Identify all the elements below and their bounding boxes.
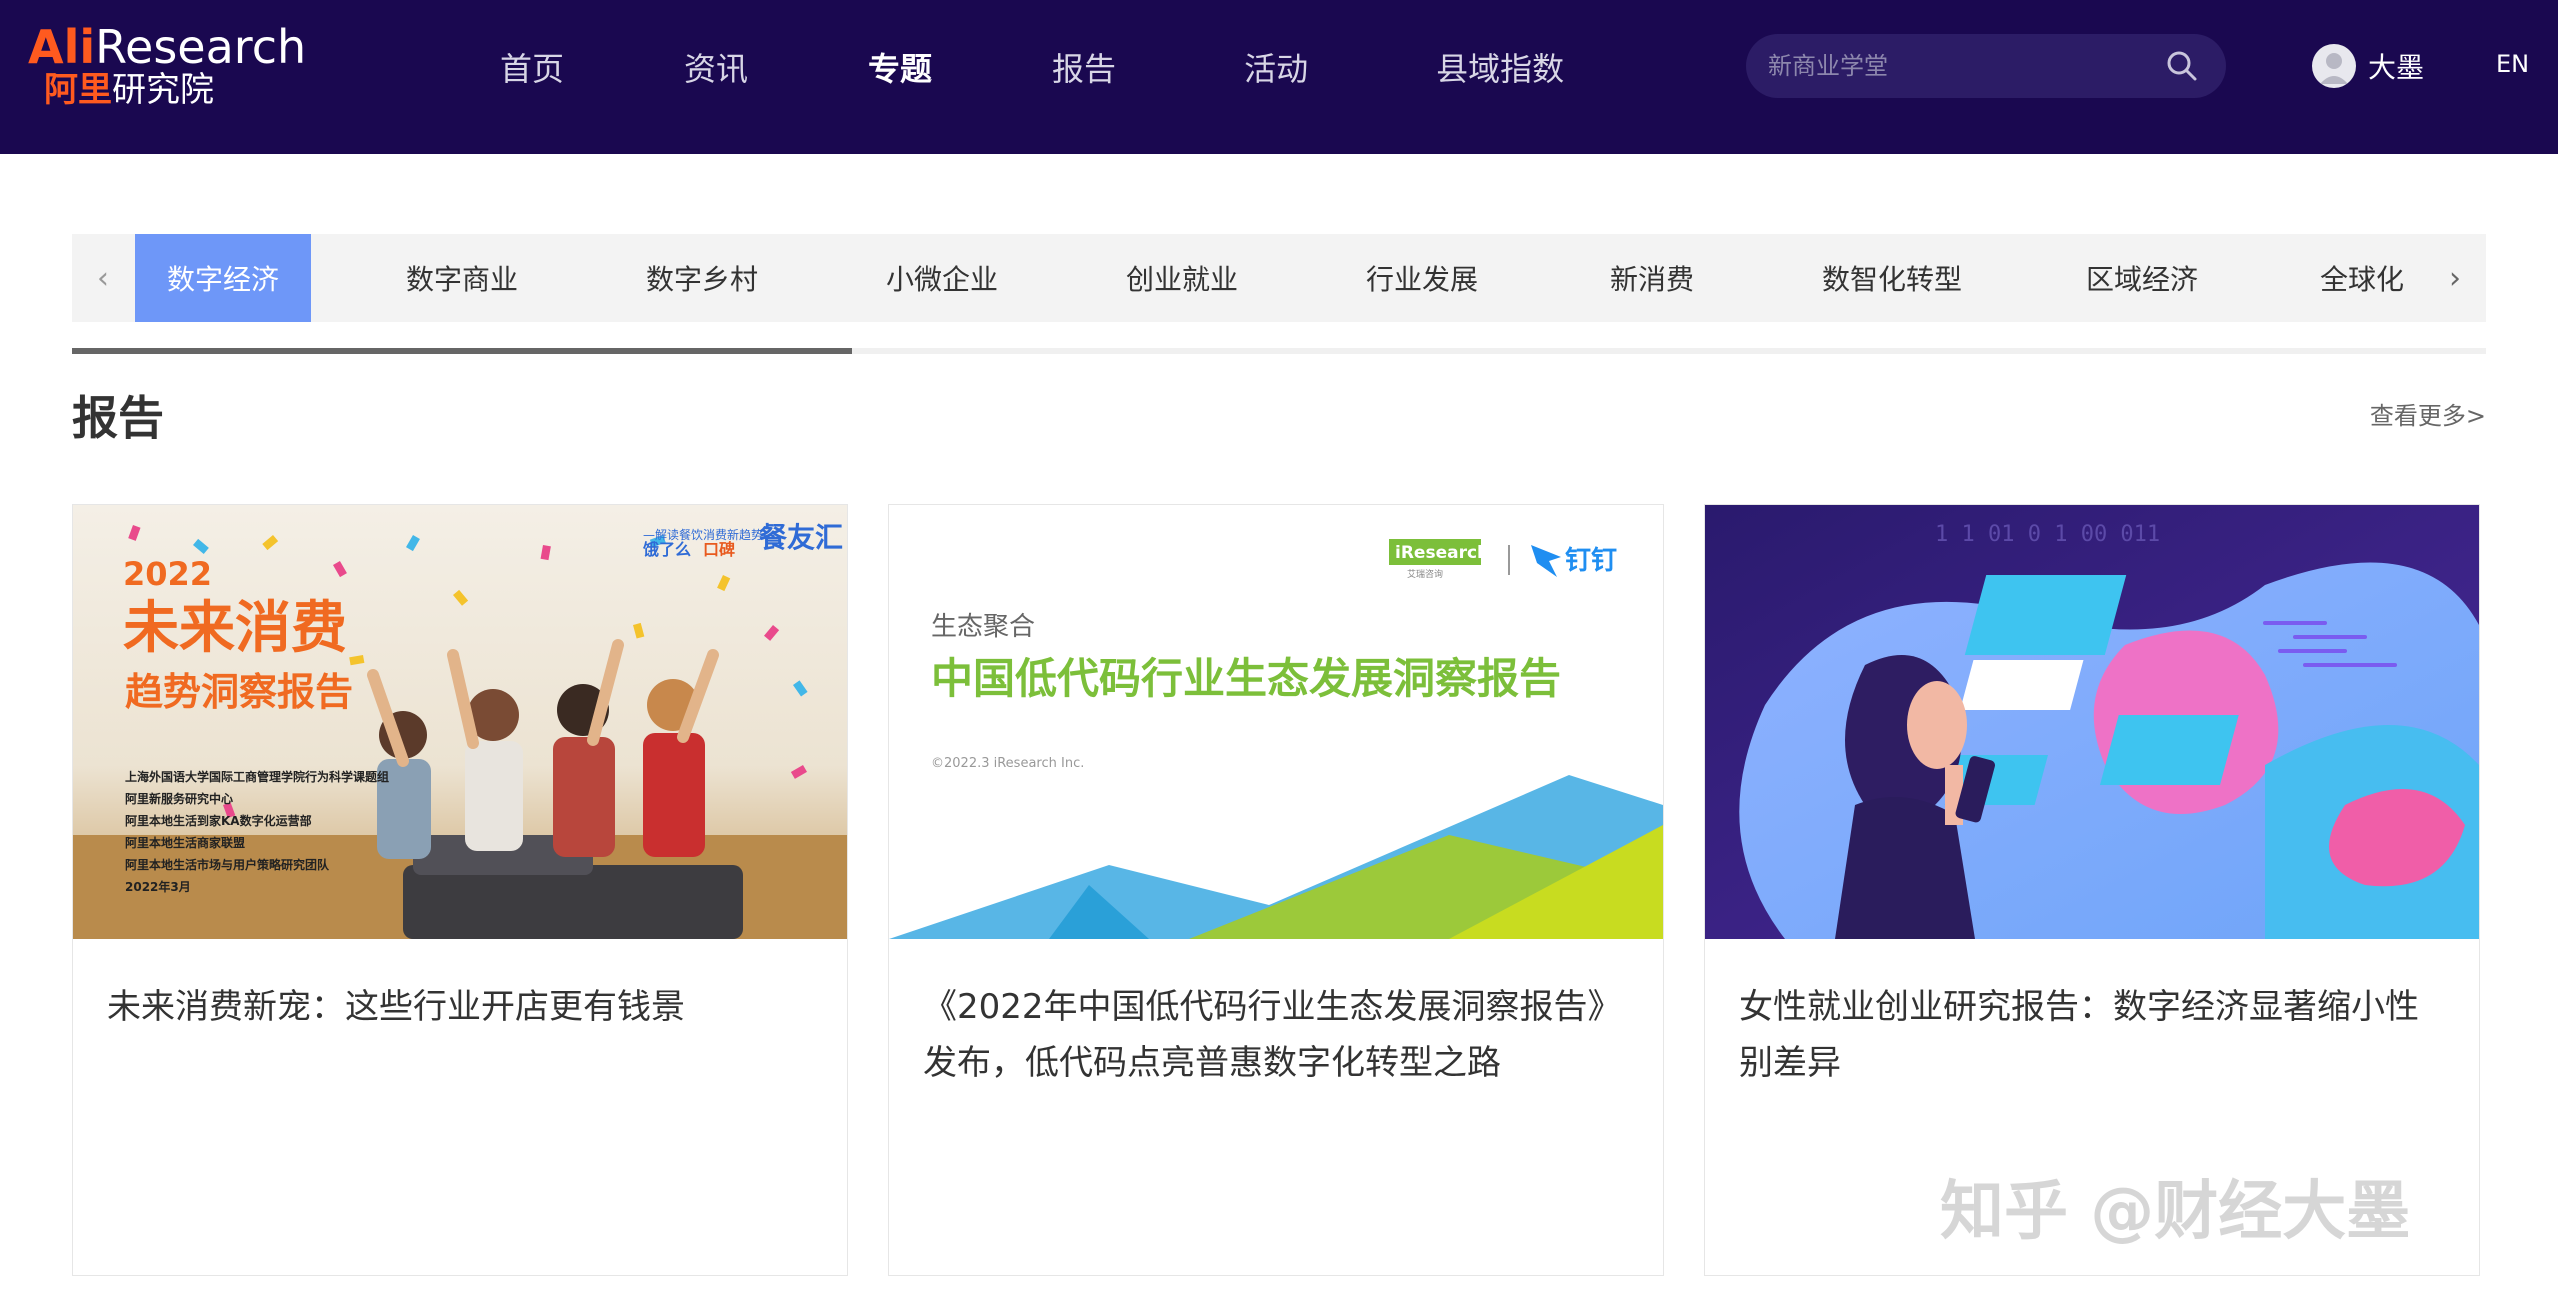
- section-title: 报告: [72, 391, 164, 445]
- svg-text:未来消费: 未来消费: [123, 596, 347, 661]
- tab-regional-economy[interactable]: 区域经济: [2042, 234, 2242, 322]
- report-title[interactable]: 女性就业创业研究报告：数字经济显著缩小性别差异: [1739, 979, 2449, 1091]
- svg-text:2022年3月: 2022年3月: [125, 879, 191, 894]
- tab-industry-development[interactable]: 行业发展: [1322, 234, 1522, 322]
- svg-text:2022: 2022: [123, 555, 212, 593]
- tab-digital-village[interactable]: 数字乡村: [602, 234, 802, 322]
- tab-scroll-track[interactable]: [72, 348, 2486, 354]
- view-more-link[interactable]: 查看更多>: [2370, 396, 2486, 431]
- user-icon: [2320, 53, 2348, 84]
- svg-text:阿里本地生活到家KA数字化运营部: 阿里本地生活到家KA数字化运营部: [125, 813, 312, 828]
- user-menu[interactable]: 大墨: [2312, 44, 2424, 88]
- svg-text:阿里本地生活市场与用户策略研究团队: 阿里本地生活市场与用户策略研究团队: [125, 857, 330, 872]
- chevron-right-icon[interactable]: ›: [2424, 234, 2486, 322]
- tab-new-consumption[interactable]: 新消费: [1562, 234, 1742, 322]
- nav-item-county-index[interactable]: 县域指数: [1436, 44, 1564, 90]
- nav-item-news[interactable]: 资讯: [684, 44, 748, 90]
- svg-text:口碑: 口碑: [703, 540, 735, 559]
- nav-item-home[interactable]: 首页: [500, 44, 564, 90]
- svg-text:艾瑞咨询: 艾瑞咨询: [1407, 568, 1443, 580]
- report-card[interactable]: 2022 未来消费 趋势洞察报告 —解读餐饮消费新趋势— 餐友汇 饿了么 口碑 …: [72, 504, 848, 1276]
- category-tabs: ‹ 数字经济 数字商业 数字乡村 小微企业 创业就业 行业发展 新消费 数智化转…: [72, 234, 2486, 322]
- zhihu-watermark: 知乎 @财经大墨: [1940, 1175, 2411, 1249]
- avatar[interactable]: [2312, 44, 2356, 88]
- logo-research-text: Research: [95, 20, 307, 74]
- search-box: [1746, 34, 2226, 98]
- cover-illustration: 2022 未来消费 趋势洞察报告 —解读餐饮消费新趋势— 餐友汇 饿了么 口碑 …: [73, 505, 847, 939]
- report-title[interactable]: 《2022年中国低代码行业生态发展洞察报告》发布，低代码点亮普惠数字化转型之路: [923, 979, 1633, 1091]
- svg-text:生态聚合: 生态聚合: [931, 612, 1035, 642]
- tab-digital-commerce[interactable]: 数字商业: [362, 234, 562, 322]
- report-cover-image[interactable]: 1 1 01 0 1 00 011: [1705, 505, 2479, 939]
- nav-item-events[interactable]: 活动: [1244, 44, 1308, 90]
- cover-illustration: iResearch 艾瑞咨询 钉钉 生态聚合 中国低代码行业生态发展洞察报告 ©…: [889, 505, 1663, 939]
- language-switch[interactable]: EN: [2496, 50, 2529, 78]
- tab-small-business[interactable]: 小微企业: [842, 234, 1042, 322]
- logo-ali-text: Ali: [28, 20, 96, 74]
- logo-institute-text: 研究院: [112, 70, 214, 110]
- tab-globalization[interactable]: 全球化: [2282, 234, 2442, 322]
- aliresearch-logo[interactable]: AliResearch 阿里研究院: [28, 22, 328, 112]
- chevron-left-icon[interactable]: ‹: [72, 234, 134, 322]
- svg-text:阿里新服务研究中心: 阿里新服务研究中心: [125, 791, 233, 806]
- svg-text:中国低代码行业生态发展洞察报告: 中国低代码行业生态发展洞察报告: [931, 654, 1561, 703]
- svg-text:1 1 01 0 1 00 011: 1 1 01 0 1 00 011: [1935, 522, 2160, 547]
- svg-text:©2022.3 iResearch Inc.: ©2022.3 iResearch Inc.: [931, 756, 1084, 771]
- nav-item-topics[interactable]: 专题: [868, 44, 932, 90]
- tab-digital-transformation[interactable]: 数智化转型: [1782, 234, 2002, 322]
- svg-text:上海外国语大学国际工商管理学院行为科学课题组: 上海外国语大学国际工商管理学院行为科学课题组: [125, 769, 389, 784]
- cover-illustration: 1 1 01 0 1 00 011: [1705, 505, 2479, 939]
- tab-digital-economy[interactable]: 数字经济: [135, 234, 311, 322]
- user-name[interactable]: 大墨: [2368, 46, 2424, 86]
- svg-text:iResearch: iResearch: [1395, 543, 1489, 563]
- svg-text:钉钉: 钉钉: [1565, 546, 1617, 576]
- svg-text:阿里本地生活商家联盟: 阿里本地生活商家联盟: [125, 835, 245, 850]
- main-nav: 首页 资讯 专题 报告 活动 县域指数: [500, 0, 1564, 134]
- search-input[interactable]: [1768, 52, 2148, 80]
- report-cover-image[interactable]: iResearch 艾瑞咨询 钉钉 生态聚合 中国低代码行业生态发展洞察报告 ©…: [889, 505, 1663, 939]
- search-icon[interactable]: [2164, 48, 2200, 84]
- tab-scroll-thumb[interactable]: [72, 348, 852, 354]
- top-header: AliResearch 阿里研究院 首页 资讯 专题 报告 活动 县域指数 大墨…: [0, 0, 2558, 154]
- report-card[interactable]: iResearch 艾瑞咨询 钉钉 生态聚合 中国低代码行业生态发展洞察报告 ©…: [888, 504, 1664, 1276]
- svg-text:趋势洞察报告: 趋势洞察报告: [125, 670, 353, 714]
- svg-text:餐友汇: 餐友汇: [759, 521, 843, 554]
- nav-item-reports[interactable]: 报告: [1052, 44, 1116, 90]
- logo-ali-cn-text: 阿里: [44, 70, 112, 110]
- svg-text:饿了么: 饿了么: [642, 540, 691, 559]
- report-title[interactable]: 未来消费新宠：这些行业开店更有钱景: [107, 979, 817, 1035]
- tab-entrepreneurship[interactable]: 创业就业: [1082, 234, 1282, 322]
- report-cover-image[interactable]: 2022 未来消费 趋势洞察报告 —解读餐饮消费新趋势— 餐友汇 饿了么 口碑 …: [73, 505, 847, 939]
